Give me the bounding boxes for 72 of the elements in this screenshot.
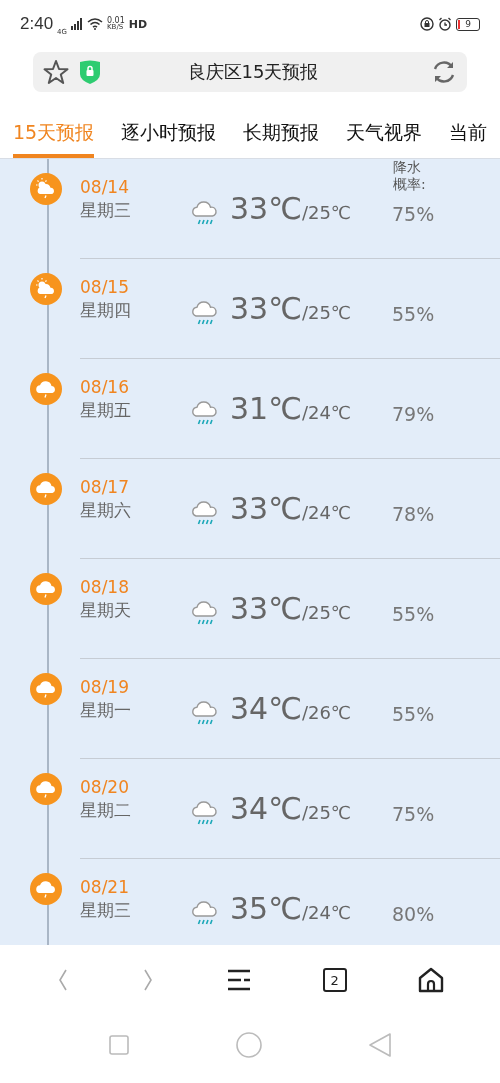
cloud-icon xyxy=(30,573,62,605)
home-icon[interactable] xyxy=(418,967,445,993)
cloud-icon xyxy=(30,773,62,805)
cloud-icon xyxy=(30,873,62,905)
date-label: 08/21 xyxy=(80,877,130,897)
page-title: 良庆区15天预报 xyxy=(186,60,320,84)
date-label: 08/16 xyxy=(80,377,130,397)
weekday-label: 星期六 xyxy=(80,499,132,522)
high-temperature: 33℃ xyxy=(230,591,302,626)
date-label: 08/15 xyxy=(80,277,130,297)
weekday-label: 星期天 xyxy=(80,599,132,622)
tab[interactable]: 逐小时预报 xyxy=(121,108,217,158)
menu-icon[interactable] xyxy=(227,969,251,991)
cloud-icon xyxy=(30,673,62,705)
battery-level: 9 xyxy=(465,19,471,29)
weekday-label: 星期一 xyxy=(80,699,132,722)
precipitation-value: 75% xyxy=(392,203,435,225)
precipitation-value: 55% xyxy=(392,303,435,325)
high-temperature: 33℃ xyxy=(230,191,302,226)
weekday-label: 星期四 xyxy=(80,299,132,322)
weekday-label: 星期三 xyxy=(80,899,132,922)
precipitation-label: 降水概率: xyxy=(393,159,427,193)
date-label: 08/18 xyxy=(80,577,130,597)
low-temperature: /24℃ xyxy=(301,902,352,923)
date-label: 08/14 xyxy=(80,177,130,197)
low-temperature: /26℃ xyxy=(301,702,352,723)
precipitation-value: 55% xyxy=(392,703,435,725)
precipitation-value: 79% xyxy=(392,403,435,425)
tab[interactable]: 天气视界 xyxy=(346,108,423,158)
high-temperature: 35℃ xyxy=(230,891,302,926)
precipitation-value: 75% xyxy=(392,803,435,825)
cloud-icon xyxy=(30,473,62,505)
high-temperature: 33℃ xyxy=(230,491,302,526)
tab[interactable]: 长期预报 xyxy=(243,108,320,158)
precipitation-value: 78% xyxy=(392,503,435,525)
high-temperature: 33℃ xyxy=(230,291,302,326)
precipitation-value: 55% xyxy=(392,603,435,625)
low-temperature: /24℃ xyxy=(301,402,352,423)
low-temperature: /25℃ xyxy=(301,802,352,823)
precipitation-value: 80% xyxy=(392,903,435,925)
lock-rotation-icon xyxy=(420,17,434,31)
hd-label: HD xyxy=(128,17,148,31)
low-temperature: /24℃ xyxy=(301,502,352,523)
wifi-icon xyxy=(87,18,103,30)
address-bar[interactable]: 良庆区15天预报 xyxy=(33,52,467,92)
sun-cloud-icon xyxy=(30,173,62,205)
low-temperature: /25℃ xyxy=(301,302,352,323)
recent-apps-icon[interactable] xyxy=(108,1034,130,1056)
weekday-label: 星期三 xyxy=(80,199,132,222)
date-label: 08/19 xyxy=(80,677,130,697)
low-temperature: /25℃ xyxy=(301,602,352,623)
high-temperature: 31℃ xyxy=(230,391,302,426)
weekday-label: 星期五 xyxy=(80,399,132,422)
date-label: 08/17 xyxy=(80,477,130,497)
date-label: 08/20 xyxy=(80,777,130,797)
shield-icon xyxy=(79,59,101,85)
alarm-icon xyxy=(438,17,452,31)
tab[interactable]: 当前 xyxy=(449,108,488,158)
high-temperature: 34℃ xyxy=(230,691,302,726)
speed-value: 0.01 xyxy=(107,17,125,24)
weekday-label: 星期二 xyxy=(80,799,132,822)
cloud-icon xyxy=(30,373,62,405)
low-temperature: /25℃ xyxy=(301,202,352,223)
home-circle-icon[interactable] xyxy=(235,1031,263,1059)
sun-cloud-icon xyxy=(30,273,62,305)
back-triangle-icon[interactable] xyxy=(368,1032,392,1058)
clock-time: 2:40 xyxy=(20,14,54,34)
star-icon[interactable] xyxy=(43,59,69,85)
tabs-button[interactable]: 2 xyxy=(322,968,347,992)
signal-icon xyxy=(71,18,83,30)
high-temperature: 34℃ xyxy=(230,791,302,826)
refresh-icon[interactable] xyxy=(431,59,457,85)
